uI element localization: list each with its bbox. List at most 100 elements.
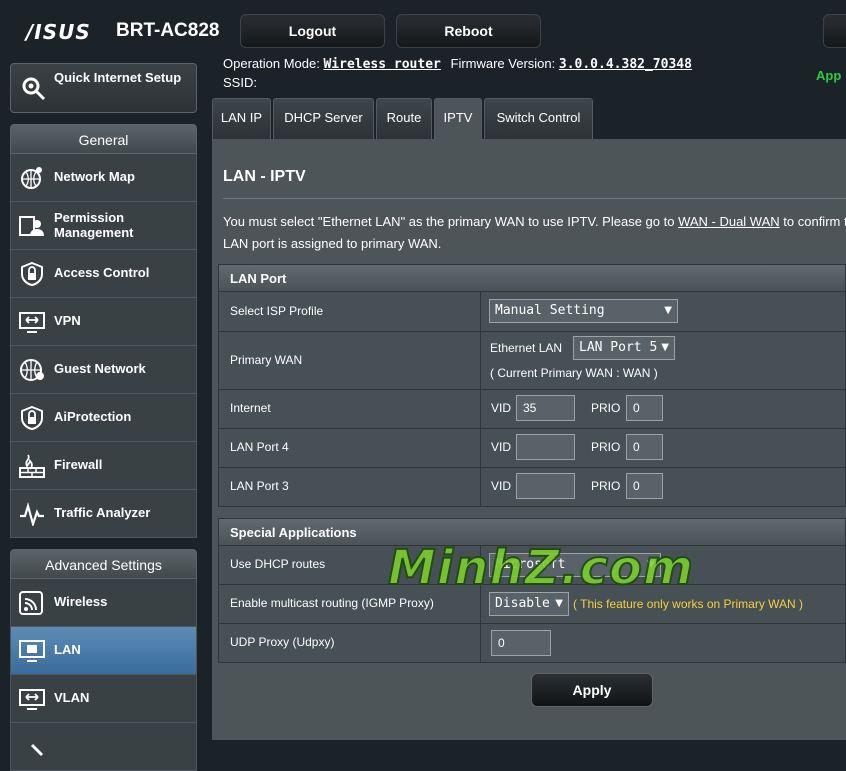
network-map-icon: [21, 167, 42, 189]
qis-label: Quick Internet Setup: [54, 70, 182, 85]
chevron-down-icon: ▼: [555, 598, 563, 609]
quick-internet-setup-button[interactable]: Quick Internet Setup: [10, 63, 197, 113]
multicast-label: Enable multicast routing (IGMP Proxy): [230, 596, 434, 610]
lan-port-4-label: LAN Port 4: [230, 440, 289, 454]
prio-label: PRIO: [591, 479, 621, 493]
lan-port-section-header: LAN Port: [218, 264, 846, 292]
permission-icon: [19, 216, 44, 236]
sidebar-item-traffic-analyzer[interactable]: Traffic Analyzer: [10, 490, 197, 538]
isp-profile-label: Select ISP Profile: [230, 304, 324, 318]
lan-port-3-prio-input[interactable]: 0: [626, 473, 663, 499]
lan-port-3-vid-input[interactable]: [516, 473, 575, 499]
lan-icon: [19, 640, 45, 662]
ethernet-lan-label: Ethernet LAN: [490, 341, 563, 355]
sidebar-item-aiprotection[interactable]: AiProtection: [10, 394, 197, 442]
apply-button[interactable]: Apply: [531, 673, 653, 707]
lan-port-4-prio-input[interactable]: 0: [626, 434, 663, 460]
tab-lan-ip[interactable]: LAN IP: [212, 98, 271, 139]
advanced-header: Advanced Settings: [10, 549, 197, 579]
ssid-label: SSID:: [223, 75, 257, 90]
general-header: General: [10, 124, 197, 154]
vid-label: VID: [491, 440, 512, 454]
udp-proxy-label: UDP Proxy (Udpxy): [230, 635, 335, 649]
watermark: MinhZ.com: [387, 539, 695, 597]
sidebar-item-label: AiProtection: [54, 409, 132, 424]
traffic-icon: [20, 502, 44, 526]
multicast-note: ( This feature only works on Primary WAN…: [573, 597, 804, 611]
prio-label: PRIO: [591, 401, 621, 415]
sidebar-item-firewall[interactable]: Firewall: [10, 442, 197, 490]
app-link[interactable]: App: [816, 68, 841, 83]
vlan-icon: [19, 689, 45, 710]
sidebar-item-permission-management[interactable]: Permission Management: [10, 202, 197, 250]
title-divider: [223, 198, 846, 199]
chevron-down-icon: ▼: [661, 342, 669, 353]
sidebar-item-label: LAN: [54, 642, 81, 657]
fw-label: Firmware Version:: [450, 56, 556, 71]
multicast-value: Disable: [495, 596, 550, 611]
desc-text-2: to confirm t: [779, 214, 846, 229]
model-name: BRT-AC828: [116, 20, 220, 41]
iptv-description: You must select "Ethernet LAN" as the pr…: [223, 211, 846, 255]
op-mode-label: Operation Mode:: [223, 56, 320, 71]
wan-dual-wan-link[interactable]: WAN - Dual WAN: [678, 214, 780, 229]
sidebar-item-label: Wireless: [54, 594, 108, 609]
page-title: LAN - IPTV: [223, 168, 306, 185]
sidebar-item-more[interactable]: [10, 723, 197, 771]
sidebar-item-label: VLAN: [54, 690, 90, 705]
vpn-icon: [19, 312, 45, 333]
primary-wan-label: Primary WAN: [230, 353, 303, 367]
isp-profile-select[interactable]: Manual Setting ▼: [489, 299, 678, 323]
tab-switch-control[interactable]: Switch Control: [484, 98, 593, 139]
udp-proxy-input[interactable]: 0: [491, 630, 551, 656]
tab-route[interactable]: Route: [376, 98, 432, 139]
dhcp-routes-label: Use DHCP routes: [230, 557, 326, 571]
lock-icon: [21, 262, 43, 286]
wizard-icon: [22, 77, 46, 101]
ethernet-lan-select[interactable]: LAN Port 5 ▼: [573, 336, 675, 360]
sidebar-item-guest-network[interactable]: Guest Network: [10, 346, 197, 394]
desc-text-1: You must select "Ethernet LAN" as the pr…: [223, 214, 679, 229]
sidebar-item-label: Firewall: [54, 457, 103, 472]
reboot-button[interactable]: Reboot: [396, 14, 541, 48]
advanced-menu: Advanced Settings Wireless LAN VLAN: [10, 549, 197, 771]
sidebar-item-vlan[interactable]: VLAN: [10, 675, 197, 723]
sidebar-item-lan[interactable]: LAN: [10, 627, 197, 675]
sidebar-item-label: VPN: [54, 313, 81, 328]
prio-label: PRIO: [591, 440, 621, 454]
shield-lock-icon: [21, 406, 43, 430]
asus-logo: /ISUS: [26, 20, 91, 44]
vid-label: VID: [491, 479, 512, 493]
language-button[interactable]: [823, 14, 846, 48]
desc-text-3: LAN port is assigned to primary WAN.: [223, 236, 442, 251]
sidebar-item-label: Access Control: [54, 265, 150, 280]
sidebar-item-label: Permission Management: [54, 210, 134, 240]
wifi-icon: [19, 591, 43, 615]
sidebar-item-access-control[interactable]: Access Control: [10, 250, 197, 298]
sidebar-item-wireless[interactable]: Wireless: [10, 579, 197, 627]
lan-port-4-vid-input[interactable]: [516, 434, 575, 460]
globe-icon: [20, 359, 44, 381]
chevron-down-icon: ▼: [664, 305, 672, 316]
firewall-icon: [19, 454, 45, 478]
op-mode-link[interactable]: Wireless router: [323, 57, 440, 72]
partial-icon: [30, 743, 44, 757]
sidebar-item-label: Traffic Analyzer: [54, 505, 151, 520]
internet-vid-input[interactable]: 35: [516, 395, 575, 421]
sidebar-item-label: Guest Network: [54, 361, 146, 376]
operation-mode-line: Operation Mode: Wireless router Firmware…: [223, 56, 692, 72]
logout-button[interactable]: Logout: [240, 14, 385, 48]
internet-prio-input[interactable]: 0: [626, 395, 663, 421]
tab-iptv[interactable]: IPTV: [434, 98, 482, 139]
sidebar-item-network-map[interactable]: Network Map: [10, 154, 197, 202]
lan-port-3-label: LAN Port 3: [230, 479, 289, 493]
firmware-link[interactable]: 3.0.0.4.382_70348: [559, 57, 692, 72]
general-menu: General Network Map Permission Managemen…: [10, 124, 197, 538]
vid-label: VID: [491, 401, 512, 415]
ethernet-lan-value: LAN Port 5: [579, 340, 658, 355]
sidebar-item-vpn[interactable]: VPN: [10, 298, 197, 346]
sidebar-item-label: Network Map: [54, 169, 135, 184]
isp-profile-value: Manual Setting: [495, 303, 605, 318]
tab-dhcp-server[interactable]: DHCP Server: [273, 98, 374, 139]
internet-label: Internet: [230, 401, 271, 415]
